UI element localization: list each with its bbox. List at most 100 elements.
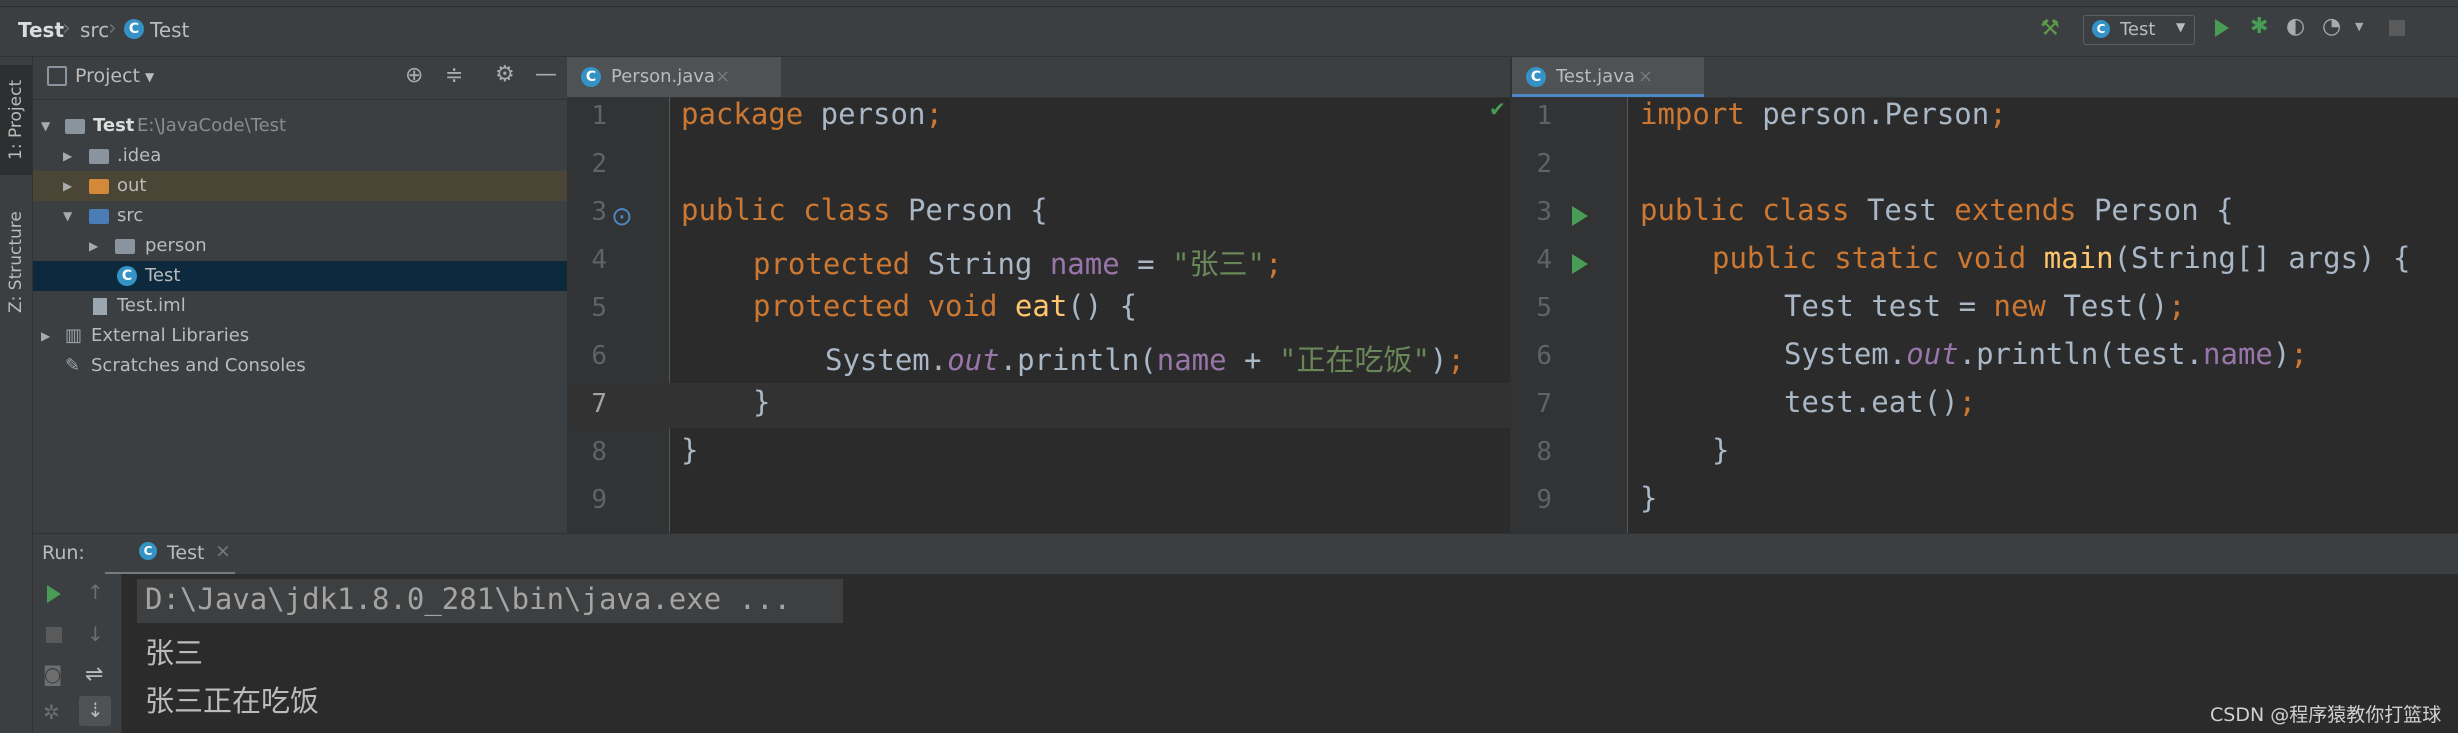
project-panel: Project ▼ ⊕ ≑ ⚙ — ▼ Test E:\JavaCode\Tes…: [33, 57, 567, 533]
build-hammer-icon[interactable]: ⚒: [2040, 16, 2060, 41]
tree-item-person[interactable]: ▶ person: [33, 231, 567, 261]
code-line-3: public class Test extends Person {: [1640, 193, 2234, 227]
close-icon[interactable]: ×: [1638, 57, 1653, 97]
arrow-down-icon[interactable]: ↓: [87, 622, 104, 646]
line-number: 7: [1536, 389, 1552, 419]
tree-item-label: Test: [93, 115, 135, 136]
rerun-icon[interactable]: [47, 585, 61, 603]
tree-item-label: src: [117, 205, 144, 226]
tab-project-label: 1: Project: [6, 79, 26, 161]
console-command-line: D:\Java\jdk1.8.0_281\bin\java.exe ...: [145, 582, 792, 616]
check-icon: ✔: [1489, 97, 1506, 121]
line-number: 4: [591, 245, 607, 275]
folder-icon: [89, 179, 109, 194]
run-console[interactable]: D:\Java\jdk1.8.0_281\bin\java.exe ... 张三…: [33, 574, 2458, 733]
tree-item-iml[interactable]: Test.iml: [33, 291, 567, 321]
line-number: 4: [1536, 245, 1552, 275]
editor-left[interactable]: 1 2 3 4 5 6 7 8 9 ⊙ ✔ package person; public cla…: [567, 97, 1510, 533]
tab-project[interactable]: 1: Project: [0, 65, 32, 175]
expanded-arrow-icon: ▼: [63, 209, 73, 223]
tree-item-label: External Libraries: [91, 325, 250, 346]
line-number: 8: [1536, 437, 1552, 467]
tree-item-external-libraries[interactable]: ▶ ▥ External Libraries: [33, 321, 567, 351]
tree-item-label: Test.iml: [117, 295, 186, 316]
scroll-to-end-button[interactable]: ⇣: [79, 696, 111, 726]
soft-wrap-icon[interactable]: ⇌: [85, 662, 103, 687]
line-number: 6: [1536, 341, 1552, 371]
override-marker-icon[interactable]: ⊙: [611, 202, 633, 232]
current-line-highlight: [567, 383, 1510, 428]
tab-structure[interactable]: Z: Structure: [0, 192, 32, 332]
breadcrumb-project[interactable]: Test: [18, 18, 64, 42]
expanded-arrow-icon: ▼: [41, 119, 51, 133]
code-line-1: package person;: [681, 97, 943, 131]
settings-icon[interactable]: ✲: [43, 700, 60, 724]
class-icon: C: [139, 542, 157, 560]
line-number: 9: [1536, 485, 1552, 515]
coverage-icon[interactable]: ◐: [2286, 14, 2305, 39]
breadcrumb-file[interactable]: Test: [150, 18, 189, 42]
editor-tab-bar: C Person.java ×: [567, 57, 1510, 98]
tree-item-scratches[interactable]: ✎ Scratches and Consoles: [33, 351, 567, 381]
close-icon[interactable]: ×: [215, 540, 231, 562]
folder-icon: [89, 149, 109, 164]
editor-tab-bar: C Test.java ×: [1512, 57, 2458, 98]
line-number: 7: [591, 389, 607, 419]
stop-icon[interactable]: [46, 627, 62, 643]
minimize-icon[interactable]: —: [535, 62, 557, 87]
tree-item-idea[interactable]: ▶ .idea: [33, 141, 567, 171]
tab-test-java[interactable]: C Test.java ×: [1512, 57, 1704, 97]
library-icon: ▥: [65, 325, 83, 346]
collapsed-arrow-icon: ▶: [41, 329, 51, 343]
run-config-select[interactable]: C Test ▼: [2083, 15, 2195, 45]
run-gutter-icon[interactable]: [1572, 254, 1588, 274]
line-number: 2: [591, 149, 607, 179]
camera-icon[interactable]: ◙: [43, 662, 62, 686]
line-number: 3: [591, 197, 607, 227]
collapsed-arrow-icon: ▶: [89, 239, 99, 253]
class-icon: C: [117, 266, 137, 286]
tree-item-project-root[interactable]: ▼ Test E:\JavaCode\Test: [33, 111, 567, 141]
code-line-7: }: [753, 385, 771, 419]
watermark: CSDN @程序猿教你打篮球: [2210, 704, 2442, 726]
line-number: 5: [1536, 293, 1552, 323]
code-line-1: import person.Person;: [1640, 97, 2007, 131]
line-number: 2: [1536, 149, 1552, 179]
debug-icon[interactable]: ✱: [2250, 14, 2268, 39]
tab-label: Person.java: [611, 66, 715, 87]
line-number: 9: [591, 485, 607, 515]
code-line-6: System.out.println(test.name);: [1784, 337, 2308, 371]
tab-person-java[interactable]: C Person.java ×: [567, 57, 781, 97]
locate-icon[interactable]: ⊕: [405, 63, 423, 88]
tree-item-src[interactable]: ▼ src: [33, 201, 567, 231]
breadcrumb-separator: ›: [108, 16, 117, 41]
run-tab-test[interactable]: C Test ×: [105, 534, 235, 575]
chevron-down-icon[interactable]: ▼: [145, 70, 154, 84]
run-icon[interactable]: [2215, 19, 2229, 37]
collapsed-arrow-icon: ▶: [63, 149, 73, 163]
tree-item-out[interactable]: ▶ out: [33, 171, 567, 201]
run-gutter-icon[interactable]: [1572, 206, 1588, 226]
collapsed-arrow-icon: ▶: [63, 179, 73, 193]
line-number: 6: [591, 341, 607, 371]
code-line-4: protected String name = "张三";: [753, 247, 1283, 281]
gear-icon[interactable]: ⚙: [495, 62, 515, 87]
class-icon: C: [124, 18, 144, 39]
package-icon: [115, 239, 135, 254]
chevron-down-icon[interactable]: ▼: [2355, 20, 2363, 33]
tree-item-test-class[interactable]: C Test: [33, 261, 567, 291]
project-panel-title[interactable]: Project: [75, 65, 140, 87]
breadcrumb-src[interactable]: src: [80, 18, 109, 42]
file-icon: [93, 298, 107, 315]
profiler-icon[interactable]: ◔: [2322, 14, 2341, 39]
code-line-5: Test test = new Test();: [1784, 289, 2186, 323]
editor-right[interactable]: 1 2 3 4 5 6 7 8 9 import person.Person; public c…: [1512, 97, 2458, 533]
arrow-up-icon[interactable]: ↑: [87, 580, 104, 604]
close-icon[interactable]: ×: [715, 57, 730, 97]
stop-icon[interactable]: [2389, 20, 2405, 36]
run-tab-label: Test: [167, 542, 205, 564]
run-panel-header: Run: C Test ×: [33, 533, 2458, 575]
project-icon: [47, 66, 67, 86]
line-number: 8: [591, 437, 607, 467]
collapse-icon[interactable]: ≑: [445, 63, 463, 88]
